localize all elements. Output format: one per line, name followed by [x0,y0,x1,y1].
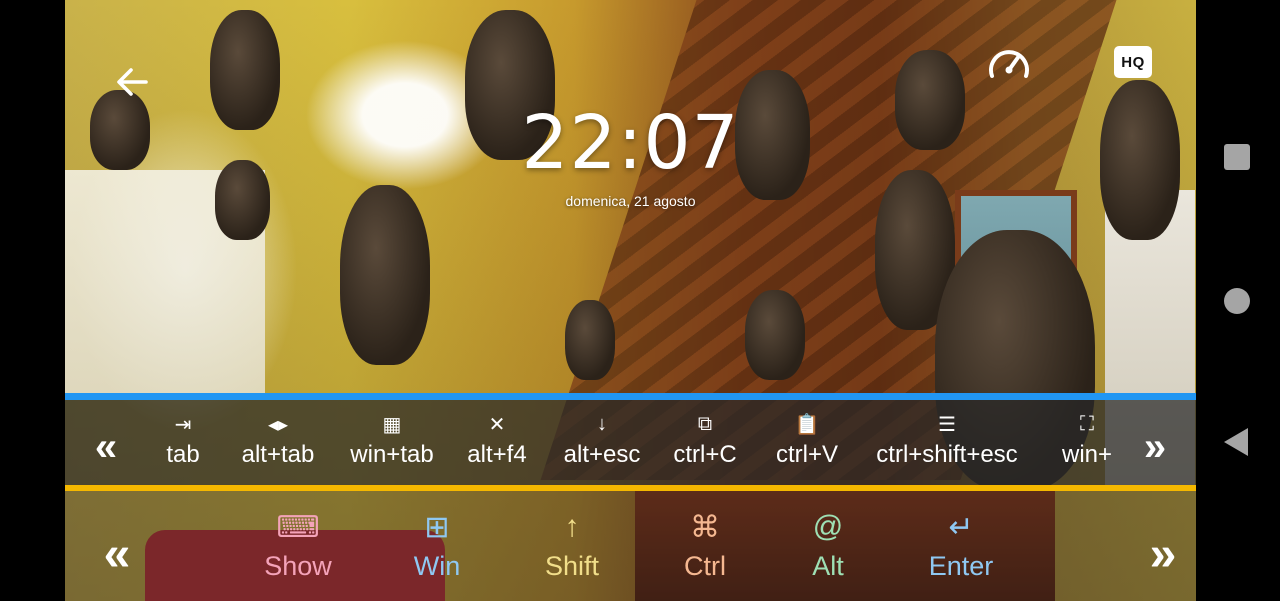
shortcut-label: win+tab [350,441,434,468]
android-nav-bar [1196,0,1280,601]
modifier-label: Shift [544,551,600,581]
lockscreen-date: domenica, 21 agosto [565,193,696,209]
keyboard-icon: ⌨ [276,510,320,544]
speed-button[interactable] [985,42,1033,86]
fullscreen-icon: ⛶ [1080,412,1094,435]
quality-button[interactable]: HQ [1113,45,1153,79]
back-button[interactable] [110,60,154,104]
tab-icon: ⇥ [174,413,192,436]
modifier-label: Show [264,551,332,581]
modifier-key-alt[interactable]: @ Alt [773,509,883,582]
modifier-key-shift[interactable]: ↑ Shift [517,509,627,582]
shortcut-ctrl-shift-esc[interactable]: ☰ ctrl+shift+esc [867,412,1027,469]
modifier-key-enter[interactable]: ↵ Enter [906,509,1016,582]
clipboard-icon: 📋 [794,413,820,436]
modifier-key-win[interactable]: ⊞ Win [382,509,492,582]
left-letterbox [0,0,65,601]
speedometer-icon [989,50,1029,78]
lockscreen-time: 22:07 [521,100,740,186]
shortcut-bar: « ⇥ tab ◂▸ alt+tab ▦ win+tab ✕ alt+f4 ↓ alt+esc ⧉ c… [65,393,1196,491]
shortcut-tab[interactable]: ⇥ tab [157,412,209,469]
modifier-scroll-right-button[interactable]: » [1133,526,1193,582]
modifier-label: Alt [812,551,844,581]
shortcut-alt-esc[interactable]: ↓ alt+esc [557,412,647,469]
wallpaper-moose [340,185,430,365]
shortcut-label: win+ [1061,441,1113,468]
shortcut-ctrl-v[interactable]: 📋 ctrl+V [767,412,847,469]
arrow-down-icon: ↓ [597,412,607,435]
command-icon: ⌘ [690,510,720,544]
wallpaper-moose [565,300,615,380]
remote-screen[interactable]: 22:07 domenica, 21 agosto HQ « ⇥ tab ◂▸ alt… [65,0,1196,601]
shortcut-alt-f4[interactable]: ✕ alt+f4 [457,412,537,469]
shortcut-label: ctrl+V [775,441,838,468]
shortcut-label: tab [166,441,200,468]
windows-icon: ⊞ [424,510,450,544]
modifier-label: Ctrl [684,551,726,581]
nav-back-button[interactable] [1224,428,1248,456]
hq-badge: HQ [1114,46,1152,78]
shortcut-label: alt+f4 [467,441,527,468]
shortcut-alt-tab[interactable]: ◂▸ alt+tab [232,412,324,469]
recents-button[interactable] [1224,144,1250,170]
alt-tab-icon: ◂▸ [267,413,289,436]
modifier-label: Enter [928,551,994,581]
shortcut-win-tab[interactable]: ▦ win+tab [342,412,442,469]
close-icon: ✕ [488,413,506,436]
modifier-key-show[interactable]: ⌨ Show [243,509,353,582]
shortcut-label: ctrl+C [673,441,737,468]
enter-icon: ↵ [948,510,974,544]
arrow-up-icon: ↑ [564,510,580,543]
at-icon: @ [812,510,844,543]
modifier-key-ctrl[interactable]: ⌘ Ctrl [650,509,760,582]
shortcut-label: ctrl+shift+esc [876,441,1018,468]
list-icon: ☰ [938,413,956,436]
modifier-bar: « ⌨ Show ⊞ Win ↑ Shift ⌘ Ctrl @ Alt ↵ Enter » [65,491,1196,601]
wallpaper-moose [745,290,805,380]
modifier-label: Win [413,551,461,581]
shortcut-scroll-right-button[interactable]: » [1130,422,1180,472]
shortcut-win-[interactable]: ⛶ win+ [1052,412,1117,469]
shortcut-scroll-left-button[interactable]: « [81,422,131,472]
grid-icon: ▦ [382,413,402,436]
shortcut-label: alt+tab [241,441,315,468]
modifier-scroll-left-button[interactable]: « [87,526,147,582]
arrow-left-icon [117,68,148,96]
shortcut-label: alt+esc [563,441,641,468]
copy-icon: ⧉ [697,412,713,435]
shortcut-list: ⇥ tab ◂▸ alt+tab ▦ win+tab ✕ alt+f4 ↓ alt+esc ⧉ ctr… [157,400,1117,485]
shortcut-ctrl-c[interactable]: ⧉ ctrl+C [665,412,745,469]
home-button[interactable] [1224,288,1250,314]
